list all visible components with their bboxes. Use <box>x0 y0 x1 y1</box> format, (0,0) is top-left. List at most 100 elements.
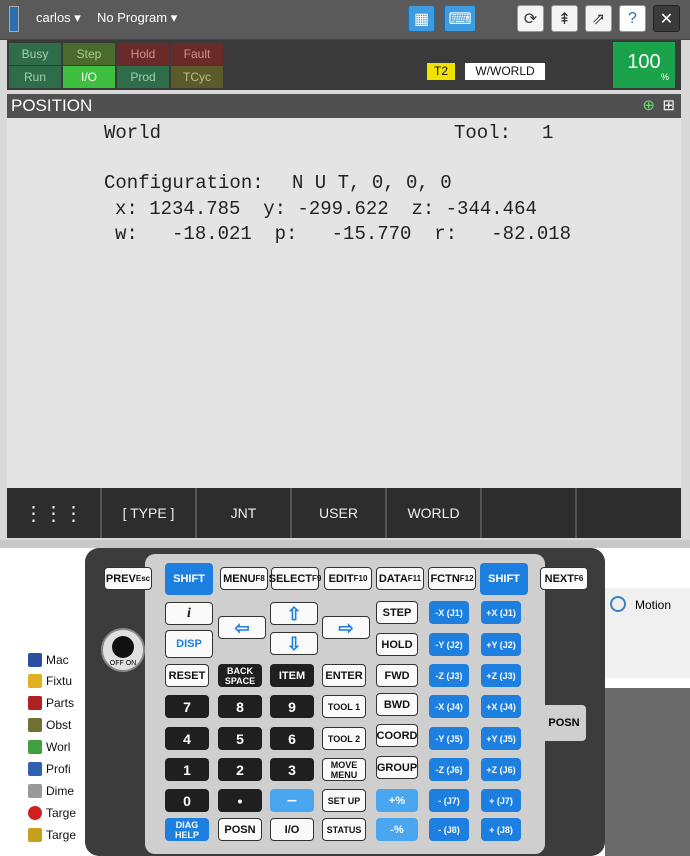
shift-left-button[interactable]: SHIFT <box>165 563 213 595</box>
side-posn-button[interactable]: POSN <box>542 705 586 741</box>
tool2-button[interactable]: TOOL 2 <box>322 727 366 750</box>
key-minus-comma[interactable]: ‒ <box>270 789 314 812</box>
tree-item[interactable]: Obst <box>28 718 71 732</box>
fkey-user[interactable]: USER <box>292 488 387 538</box>
3d-viewport[interactable] <box>605 688 690 856</box>
user-menu[interactable]: carlos ▾ <box>36 10 81 26</box>
zoom-in-icon[interactable]: ⊕ <box>642 94 655 118</box>
menu-button[interactable]: MENU F8 <box>220 567 268 590</box>
arrow-down-button[interactable]: ⇩ <box>270 632 318 655</box>
plus-percent-button[interactable]: +% <box>376 789 418 812</box>
key-8[interactable]: 8 <box>218 695 262 718</box>
jog-minus-j8[interactable]: - (J8) <box>429 818 469 841</box>
bwd-button[interactable]: BWD <box>376 693 418 716</box>
shift-right-button[interactable]: SHIFT <box>480 563 528 595</box>
fkey-type[interactable]: [ TYPE ] <box>102 488 197 538</box>
key-dot[interactable]: • <box>218 789 262 812</box>
tool1-button[interactable]: TOOL 1 <box>322 695 366 718</box>
program-menu[interactable]: No Program ▾ <box>97 10 177 26</box>
jog-minus-x-j4[interactable]: -X (J4) <box>429 695 469 718</box>
jog-plus-z-j3[interactable]: +Z (J3) <box>481 664 521 687</box>
arrow-up-button[interactable]: ⇧ <box>270 602 318 625</box>
diag-help-button[interactable]: DIAG HELP <box>165 818 209 841</box>
keyboard-icon[interactable]: ⌨ <box>444 5 476 32</box>
search-icon[interactable] <box>610 596 626 612</box>
tree-item[interactable]: Fixtu <box>28 674 72 688</box>
fctn-button[interactable]: FCTN F12 <box>428 567 476 590</box>
tree-item[interactable]: Dime <box>28 784 74 798</box>
pendant-icon <box>9 6 19 32</box>
fkey-jnt[interactable]: JNT <box>197 488 292 538</box>
key-0[interactable]: 0 <box>165 789 209 812</box>
jog-plus-y-j2[interactable]: +Y (J2) <box>481 633 521 656</box>
jog-minus-j7[interactable]: - (J7) <box>429 789 469 812</box>
edit-button[interactable]: EDIT F10 <box>324 567 372 590</box>
jog-plus-z-j6[interactable]: +Z (J6) <box>481 758 521 781</box>
close-icon[interactable]: ✕ <box>653 5 680 32</box>
jog-plus-y-j5[interactable]: +Y (J5) <box>481 727 521 750</box>
item-button[interactable]: ITEM <box>270 664 314 687</box>
key-5[interactable]: 5 <box>218 727 262 750</box>
page-title: POSITION <box>11 96 93 115</box>
key-3[interactable]: 3 <box>270 758 314 781</box>
fkey-world[interactable]: WORLD <box>387 488 482 538</box>
override-indicator[interactable]: 100 % <box>613 42 675 88</box>
jog-plus-j8[interactable]: + (J8) <box>481 818 521 841</box>
fkey-empty-1[interactable] <box>482 488 577 538</box>
tree-item[interactable]: Targe <box>28 828 76 842</box>
io-button[interactable]: I/O <box>270 818 314 841</box>
jog-minus-z-j3[interactable]: -Z (J3) <box>429 664 469 687</box>
window-icon[interactable]: ⇗ <box>585 5 612 32</box>
minus-percent-button[interactable]: -% <box>376 818 418 841</box>
grid-menu-icon[interactable]: ⋮⋮⋮ <box>7 488 102 538</box>
fkey-empty-2[interactable] <box>577 488 681 538</box>
select-button[interactable]: SELECT F9 <box>269 567 321 590</box>
key-sublabel: F8 <box>255 573 265 583</box>
jog-minus-y-j5[interactable]: -Y (J5) <box>429 727 469 750</box>
backspace-button[interactable]: BACK SPACE <box>218 664 262 687</box>
next-button[interactable]: NEXT F6 <box>540 567 588 590</box>
key-2[interactable]: 2 <box>218 758 262 781</box>
refresh-icon[interactable]: ⟳ <box>517 5 544 32</box>
tree-item[interactable]: Worl <box>28 740 70 754</box>
fwd-button[interactable]: FWD <box>376 664 418 687</box>
tree-item[interactable]: Mac <box>28 653 69 667</box>
prev-button[interactable]: PREV Esc <box>104 567 152 590</box>
reset-icon[interactable]: ⇞ <box>551 5 578 32</box>
key-7[interactable]: 7 <box>165 695 209 718</box>
key-9[interactable]: 9 <box>270 695 314 718</box>
dimension-icon <box>28 784 42 798</box>
disp-button[interactable]: DISP <box>165 630 213 658</box>
key-1[interactable]: 1 <box>165 758 209 781</box>
jog-minus-x-j1[interactable]: -X (J1) <box>429 601 469 624</box>
program-label: No Program <box>97 10 168 25</box>
jog-minus-y-j2[interactable]: -Y (J2) <box>429 633 469 656</box>
step-button[interactable]: STEP <box>376 601 418 624</box>
data-button[interactable]: DATA F11 <box>376 567 424 590</box>
screen-view-icon[interactable]: ▦ <box>408 5 435 32</box>
info-button[interactable]: i <box>165 602 213 625</box>
tree-item[interactable]: Targe <box>28 806 76 820</box>
key-4[interactable]: 4 <box>165 727 209 750</box>
split-view-icon[interactable]: ⊞ <box>662 94 675 118</box>
hold-button[interactable]: HOLD <box>376 633 418 656</box>
jog-minus-z-j6[interactable]: -Z (J6) <box>429 758 469 781</box>
arrow-right-button[interactable]: ⇨ <box>322 616 370 639</box>
coord-button[interactable]: COORD <box>376 724 418 747</box>
tree-item[interactable]: Profi <box>28 762 71 776</box>
reset-button[interactable]: RESET <box>165 664 209 687</box>
enter-button[interactable]: ENTER <box>322 664 366 687</box>
setup-button[interactable]: SET UP <box>322 789 366 812</box>
group-button[interactable]: GROUP <box>376 756 418 779</box>
jog-plus-j7[interactable]: + (J7) <box>481 789 521 812</box>
deadman-switch[interactable]: OFF ON <box>101 628 145 672</box>
jog-plus-x-j4[interactable]: +X (J4) <box>481 695 521 718</box>
help-icon[interactable]: ? <box>619 5 646 32</box>
status-button[interactable]: STATUS <box>322 818 366 841</box>
posn-button[interactable]: POSN <box>218 818 262 841</box>
arrow-left-button[interactable]: ⇦ <box>218 616 266 639</box>
jog-plus-x-j1[interactable]: +X (J1) <box>481 601 521 624</box>
tree-item[interactable]: Parts <box>28 696 74 710</box>
key-6[interactable]: 6 <box>270 727 314 750</box>
move-menu-button[interactable]: MOVE MENU <box>322 758 366 781</box>
